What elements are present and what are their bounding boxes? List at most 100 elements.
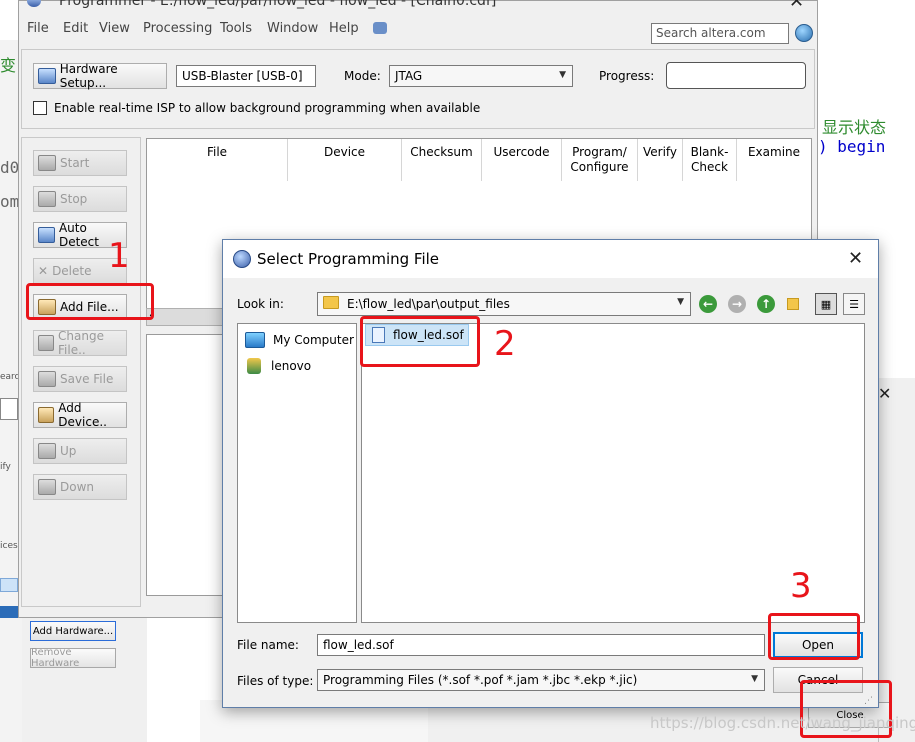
auto-detect-icon bbox=[38, 227, 55, 243]
save-file-icon bbox=[38, 371, 56, 387]
computer-icon bbox=[245, 332, 265, 348]
bg-fragment-bar bbox=[0, 606, 20, 618]
menu-help[interactable]: Help bbox=[329, 21, 359, 36]
mode-value: JTAG bbox=[395, 69, 423, 83]
file-type-select[interactable]: Programming Files (*.sof *.pof *.jam *.j… bbox=[317, 669, 765, 691]
delete-icon: ✕ bbox=[38, 264, 49, 278]
sidebar-item-lenovo[interactable]: lenovo bbox=[247, 358, 311, 374]
programmer-title: Programmer - E:/flow_led/par/flow_led - … bbox=[59, 0, 497, 9]
down-button[interactable]: Down bbox=[33, 474, 127, 500]
new-folder-icon[interactable] bbox=[787, 298, 799, 310]
add-device-label: Add Device.. bbox=[58, 401, 107, 429]
column-header-verify[interactable]: Verify bbox=[638, 139, 683, 181]
code-fragment-left-2: d0 bbox=[0, 158, 20, 177]
detail-view-icon[interactable]: ☰ bbox=[843, 293, 865, 315]
column-header-examine[interactable]: Examine bbox=[737, 139, 811, 181]
sidebar-item-label: lenovo bbox=[271, 359, 312, 373]
file-name-input[interactable]: flow_led.sof bbox=[317, 634, 765, 656]
menu-processing[interactable]: Processing bbox=[143, 21, 212, 36]
menu-view[interactable]: View bbox=[99, 21, 130, 36]
hardware-setup-label: Hardware Setup... bbox=[59, 62, 118, 90]
stop-button[interactable]: Stop bbox=[33, 186, 127, 212]
bg-fragment-selected bbox=[0, 578, 18, 592]
bg-fragment-search: earc bbox=[0, 372, 20, 382]
up-folder-icon[interactable]: ↑ bbox=[757, 295, 775, 313]
globe-icon[interactable] bbox=[795, 24, 813, 42]
programmer-app-icon bbox=[27, 0, 41, 7]
annotation-number-2: 2 bbox=[494, 324, 516, 364]
forward-arrow-icon[interactable]: → bbox=[728, 295, 746, 313]
start-label: Start bbox=[60, 156, 90, 170]
column-header-file[interactable]: File bbox=[147, 139, 288, 181]
menu-window[interactable]: Window bbox=[267, 21, 318, 36]
column-header-program[interactable]: Program/ Configure bbox=[562, 139, 638, 181]
column-header-blank-check[interactable]: Blank- Check bbox=[683, 139, 737, 181]
menu-file[interactable]: File bbox=[27, 21, 49, 36]
isp-label: Enable real-time ISP to allow background… bbox=[54, 101, 481, 115]
column-header-usercode[interactable]: Usercode bbox=[482, 139, 562, 181]
chevron-down-icon: ▼ bbox=[559, 70, 566, 80]
bg-fragment-devices: ices bbox=[0, 541, 18, 551]
start-icon bbox=[38, 155, 56, 171]
remove-hardware-button[interactable]: Remove Hardware bbox=[30, 647, 116, 669]
close-icon[interactable]: ✕ bbox=[878, 384, 891, 403]
dialog-app-icon bbox=[233, 250, 251, 268]
change-file-label: Change File.. bbox=[58, 329, 104, 357]
sidebar-item-label: My Computer bbox=[273, 333, 354, 347]
start-button[interactable]: Start bbox=[33, 150, 127, 176]
look-in-select[interactable]: E:\flow_led\par\output_files ▼ bbox=[317, 292, 691, 316]
progress-bar bbox=[666, 62, 806, 89]
chevron-down-icon: ▼ bbox=[677, 297, 684, 307]
help-chat-icon[interactable] bbox=[373, 22, 387, 34]
add-hardware-button[interactable]: Add Hardware... bbox=[30, 621, 116, 641]
hardware-setup-button[interactable]: Hardware Setup... bbox=[33, 62, 167, 90]
hardware-field: USB-Blaster [USB-0] bbox=[176, 65, 316, 87]
annotation-box-3 bbox=[768, 613, 860, 660]
dialog-title: Select Programming File bbox=[257, 250, 440, 268]
menu-edit[interactable]: Edit bbox=[63, 21, 88, 36]
annotation-number-3: 3 bbox=[790, 566, 812, 606]
watermark: https://blog.csdn.net/wang_jianqing bbox=[650, 714, 915, 732]
stop-label: Stop bbox=[60, 192, 88, 206]
list-view-icon[interactable]: ▦ bbox=[815, 293, 837, 315]
column-header-device[interactable]: Device bbox=[288, 139, 402, 181]
isp-checkbox[interactable] bbox=[33, 101, 47, 115]
column-header-checksum[interactable]: Checksum bbox=[402, 139, 482, 181]
bg-fragment-verify: ify bbox=[0, 462, 11, 472]
dialog-close-icon[interactable]: ✕ bbox=[848, 248, 863, 269]
delete-label: Delete bbox=[52, 264, 92, 278]
menu-tools[interactable]: Tools bbox=[220, 21, 252, 36]
chevron-down-icon: ▼ bbox=[751, 674, 758, 684]
add-device-button[interactable]: Add Device.. bbox=[33, 401, 127, 429]
annotation-box-1 bbox=[26, 283, 154, 320]
back-arrow-icon[interactable]: ← bbox=[699, 295, 717, 313]
annotation-box-2 bbox=[360, 316, 480, 367]
stop-icon bbox=[38, 191, 56, 207]
add-device-icon bbox=[38, 407, 55, 423]
save-file-label: Save File bbox=[60, 372, 114, 386]
file-name-label: File name: bbox=[237, 638, 299, 652]
search-input[interactable]: Search altera.com bbox=[651, 23, 789, 44]
save-file-button[interactable]: Save File bbox=[33, 366, 127, 392]
look-in-value: E:\flow_led\par\output_files bbox=[347, 297, 510, 311]
programmer-close-icon[interactable]: ✕ bbox=[789, 0, 804, 12]
up-icon bbox=[38, 443, 56, 459]
up-button[interactable]: Up bbox=[33, 438, 127, 464]
code-keyword-fragment: ) begin bbox=[818, 137, 886, 156]
code-comment-fragment: 显示状态 bbox=[822, 118, 887, 137]
hardware-icon bbox=[38, 68, 56, 84]
change-file-button[interactable]: Change File.. bbox=[33, 329, 127, 357]
mode-label: Mode: bbox=[344, 69, 381, 83]
code-fragment-left-1: 变 bbox=[0, 56, 17, 75]
file-type-label: Files of type: bbox=[237, 674, 314, 688]
code-fragment-left-3: om bbox=[0, 192, 20, 211]
user-icon bbox=[247, 358, 261, 374]
file-type-value: Programming Files (*.sof *.pof *.jam *.j… bbox=[323, 673, 638, 687]
change-file-icon bbox=[38, 335, 55, 351]
progress-label: Progress: bbox=[599, 69, 655, 83]
sidebar-item-my-computer[interactable]: My Computer bbox=[245, 332, 354, 348]
mode-select[interactable]: JTAG ▼ bbox=[389, 65, 573, 87]
down-label: Down bbox=[60, 480, 95, 494]
look-in-label: Look in: bbox=[237, 297, 284, 311]
down-icon bbox=[38, 479, 56, 495]
